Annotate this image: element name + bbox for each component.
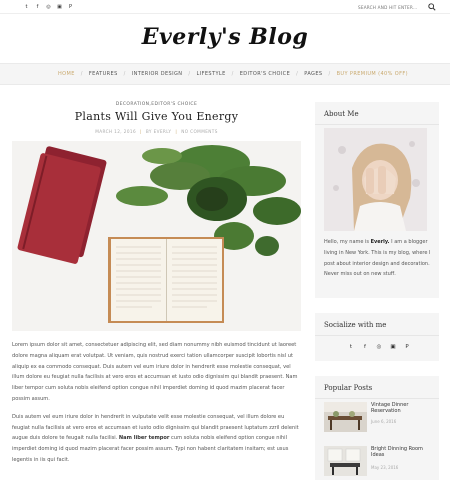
youtube-icon[interactable]: ▣ (389, 343, 397, 351)
nav-editors-choice[interactable]: EDITOR'S CHOICE (234, 71, 296, 77)
widget-title: Popular Posts (315, 376, 439, 399)
featured-illustration (12, 141, 301, 331)
social-links: t f ◎ ▣ P (347, 343, 411, 351)
meta-separator: | (175, 129, 178, 134)
nav-lifestyle[interactable]: LIFESTYLE (191, 71, 232, 77)
main-nav: HOME / FEATURES / INTERIOR DESIGN / LIFE… (0, 63, 450, 85)
post-author[interactable]: BY EVERLY (146, 129, 172, 134)
author-name: Everly. (370, 239, 390, 245)
search-input[interactable] (358, 4, 418, 10)
nav-features[interactable]: FEATURES (83, 71, 124, 77)
nav-buy-premium[interactable]: BUY PREMIUM (40% OFF) (331, 71, 414, 77)
post-paragraph-2: Duis autem vel eum iriure dolor in hendr… (12, 413, 299, 463)
about-widget: About Me Hello, my name is Everly. I am … (315, 102, 439, 298)
post-comments[interactable]: NO COMMENTS (181, 129, 218, 134)
search-icon[interactable] (428, 3, 436, 11)
popular-post-title[interactable]: Bright Dinning Room Ideas (371, 446, 431, 459)
popular-post-item[interactable]: Bright Dinning Room Ideas May 23, 2016 (324, 446, 432, 476)
popular-post-thumbnail[interactable] (324, 402, 367, 432)
popular-post-title[interactable]: Vintage Dinner Reservation (371, 402, 431, 415)
open-book (108, 237, 224, 323)
nav-interior-design[interactable]: INTERIOR DESIGN (126, 71, 189, 77)
about-text: Hello, my name is Everly. I am a blogger… (324, 239, 431, 278)
nav-home[interactable]: HOME (52, 71, 81, 77)
meta-separator: | (140, 129, 142, 134)
facebook-icon[interactable]: f (34, 4, 41, 11)
nav-pages[interactable]: PAGES (298, 71, 328, 77)
popular-posts-widget: Popular Posts Vintage Dinner Reservation… (315, 376, 439, 480)
top-bar: t f ◎ ▣ P (0, 0, 450, 14)
popular-post-thumbnail[interactable] (324, 446, 367, 476)
featured-image[interactable] (12, 141, 301, 331)
instagram-icon[interactable]: ◎ (45, 4, 52, 11)
popular-post-item[interactable]: Vintage Dinner Reservation June 6, 2016 (324, 402, 432, 432)
instagram-icon[interactable]: ◎ (375, 343, 383, 351)
pinterest-icon[interactable]: P (403, 343, 411, 351)
twitter-icon[interactable]: t (23, 4, 30, 11)
twitter-icon[interactable]: t (347, 343, 355, 351)
pinterest-icon[interactable]: P (67, 4, 74, 11)
popular-post-date: May 23, 2016 (371, 465, 399, 470)
widget-title: Socialize with me (315, 313, 439, 336)
popular-post-date: June 6, 2016 (371, 419, 397, 424)
youtube-icon[interactable]: ▣ (56, 4, 63, 11)
bold-text: Nam liber tempor (118, 435, 170, 442)
author-photo (324, 128, 427, 231)
widget-title: About Me (315, 102, 439, 125)
post-meta: MARCH 12, 2016 | BY EVERLY | NO COMMENTS (12, 129, 301, 134)
social-widget: Socialize with me t f ◎ ▣ P (315, 313, 439, 361)
search-box (358, 3, 436, 11)
post-title[interactable]: Plants Will Give You Energy (12, 110, 301, 123)
site-logo[interactable]: Everly's Blog (0, 24, 450, 50)
top-social-links: t f ◎ ▣ P (23, 4, 74, 11)
post-paragraph-1: Lorem ipsum dolor sit amet, consectetuer… (12, 342, 298, 402)
post-categories[interactable]: DECORATION,EDITOR'S CHOICE (12, 102, 301, 107)
facebook-icon[interactable]: f (361, 343, 369, 351)
post-body: Lorem ipsum dolor sit amet, consectetuer… (12, 340, 301, 473)
post-date: MARCH 12, 2016 (95, 129, 137, 134)
